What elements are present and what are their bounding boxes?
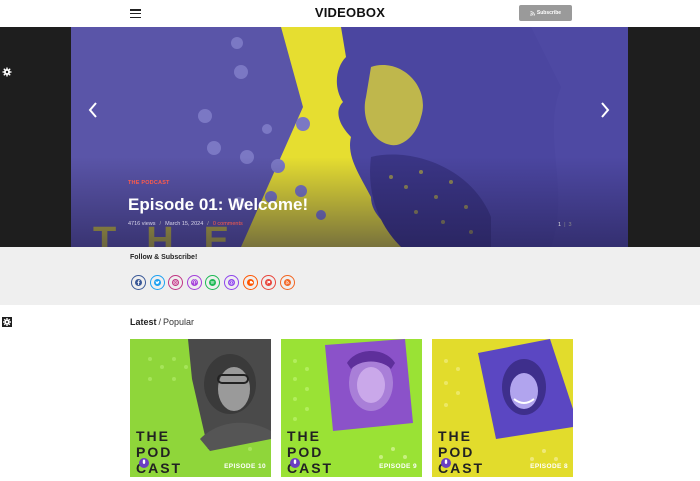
podcast-icon	[190, 279, 198, 286]
podcast-link[interactable]	[186, 275, 202, 290]
patreon-link[interactable]	[261, 275, 277, 290]
hero-comments-link[interactable]: 0 comments	[213, 221, 243, 227]
hamburger-menu-icon[interactable]	[130, 9, 141, 19]
instagram-link[interactable]	[168, 275, 184, 290]
site-logo[interactable]: VIDEOBOX	[0, 5, 700, 20]
episode-thumbnail: THE POD CAST	[130, 339, 271, 477]
episode-card[interactable]: THE POD CAST EPISODE 9	[281, 339, 422, 477]
subscribe-label: Subscribe	[536, 10, 562, 16]
subscribe-button[interactable]: Subscribe	[519, 5, 572, 21]
tab-latest[interactable]: Latest	[130, 317, 157, 327]
site-header: VIDEOBOX Subscribe	[0, 0, 700, 27]
facebook-link[interactable]	[131, 275, 146, 290]
rss-link[interactable]	[279, 275, 295, 290]
pager-separator: |	[564, 222, 566, 228]
patreon-icon	[265, 279, 273, 286]
episode-thumbnail: THE POD CAST	[281, 339, 422, 477]
tab-separator: /	[158, 317, 162, 327]
itunes-icon	[227, 279, 235, 286]
episode-label: EPISODE 8	[530, 463, 568, 470]
latest-popular-tabs: Latest / Popular	[130, 317, 194, 327]
soundcloud-link[interactable]	[242, 275, 258, 290]
episode-label: EPISODE 10	[224, 463, 266, 470]
follow-title: Follow & Subscribe!	[130, 254, 198, 261]
pager-current: 1	[558, 222, 562, 228]
follow-section	[0, 247, 700, 305]
soundcloud-icon	[246, 279, 254, 286]
hero-date: March 15, 2024	[165, 221, 204, 227]
meta-separator: /	[207, 221, 209, 227]
tab-popular[interactable]: Popular	[163, 317, 194, 327]
episode-thumbnail: THE POD CAST	[432, 339, 573, 477]
hero-views: 4716 views	[128, 221, 156, 227]
facebook-icon	[135, 279, 142, 286]
spotify-link[interactable]	[205, 275, 221, 290]
card-logo-line1: THE	[287, 428, 321, 444]
gear-icon[interactable]	[2, 67, 12, 77]
card-logo-line2: POD	[438, 444, 474, 460]
rss-icon	[530, 10, 535, 16]
rss-icon	[283, 279, 291, 286]
social-links	[131, 275, 295, 290]
card-logo-line1: THE	[438, 428, 472, 444]
card-logo-line2: POD	[287, 444, 323, 460]
hero-meta: 4716 views / March 15, 2024 / 0 comments	[128, 221, 243, 227]
gear-icon[interactable]	[2, 317, 12, 327]
pager-total: 3	[568, 222, 572, 228]
episode-card[interactable]: THE POD CAST EPISODE 10	[130, 339, 271, 477]
spotify-icon	[209, 279, 217, 286]
itunes-link[interactable]	[223, 275, 239, 290]
episode-card[interactable]: THE POD CAST EPISODE 8	[432, 339, 573, 477]
card-logo-line1: THE	[136, 428, 170, 444]
meta-separator: /	[159, 221, 162, 227]
episode-label: EPISODE 9	[379, 463, 417, 470]
hero-title[interactable]: Episode 01: Welcome!	[128, 195, 308, 215]
chevron-right-icon[interactable]	[598, 100, 612, 120]
slider-pager[interactable]: 1 | 3	[558, 222, 572, 228]
chevron-left-icon[interactable]	[86, 100, 100, 120]
twitter-icon	[153, 279, 161, 286]
instagram-icon	[172, 279, 180, 286]
twitter-link[interactable]	[149, 275, 165, 290]
hero-category[interactable]: THE PODCAST	[128, 180, 170, 186]
card-logo-line2: POD	[136, 444, 172, 460]
